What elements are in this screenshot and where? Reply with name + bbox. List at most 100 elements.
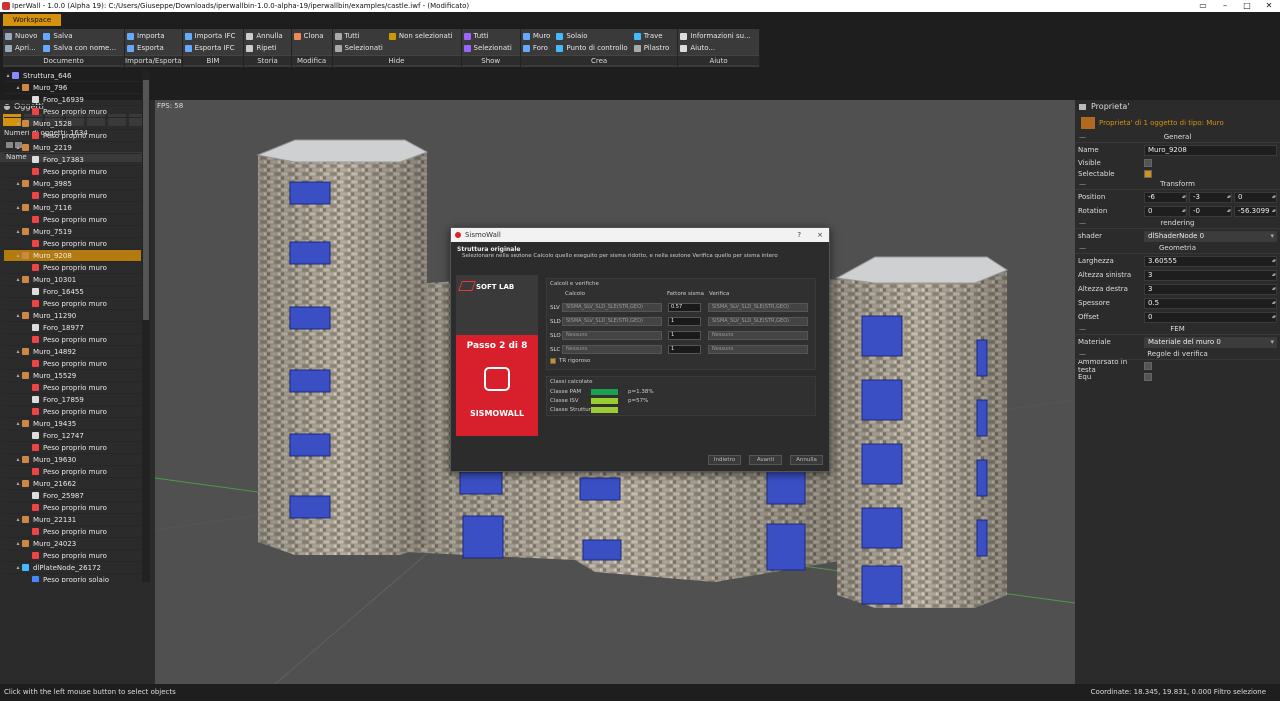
- ripeti-button[interactable]: Ripeti: [246, 42, 282, 54]
- tree-row[interactable]: Peso proprio muro: [4, 166, 141, 178]
- tree-row[interactable]: ▴ Muro_796: [4, 82, 141, 94]
- expand-arrow-icon[interactable]: ▴: [14, 514, 22, 526]
- tree-row[interactable]: Peso proprio muro: [4, 106, 141, 118]
- tree-row[interactable]: Peso proprio muro: [4, 262, 141, 274]
- tree-row[interactable]: ▴ Muro_3985: [4, 178, 141, 190]
- section-general[interactable]: General: [1075, 132, 1280, 143]
- position-y-field[interactable]: -3: [1189, 191, 1232, 203]
- tree-row[interactable]: ▴ Muro_2219: [4, 142, 141, 154]
- tr-rigoroso-checkbox[interactable]: [550, 358, 556, 364]
- fattore-sisma-field[interactable]: 0.57: [668, 303, 701, 312]
- rotation-x-field[interactable]: 0: [1144, 205, 1187, 217]
- position-z-field[interactable]: 0: [1234, 191, 1277, 203]
- tree-row[interactable]: ▴ Muro_10301: [4, 274, 141, 286]
- spessore-field[interactable]: 0.5: [1144, 297, 1277, 309]
- indietro-button[interactable]: Indietro: [708, 455, 741, 465]
- verifica-select[interactable]: Nessuno: [708, 345, 808, 354]
- tree-row[interactable]: Peso proprio muro: [4, 334, 141, 346]
- expand-arrow-icon[interactable]: ▴: [14, 82, 22, 94]
- position-x-field[interactable]: -6: [1144, 191, 1187, 203]
- verifica-select[interactable]: SISMA_SLV_SLD_SLE(STR,GEO): [708, 317, 808, 326]
- calcolo-select[interactable]: SISMA_SLV_SLD_SLE(STR,GEO): [562, 317, 662, 326]
- expand-arrow-icon[interactable]: ▴: [14, 274, 22, 286]
- expand-arrow-icon[interactable]: ▴: [14, 478, 22, 490]
- expand-arrow-icon[interactable]: ▴: [14, 538, 22, 550]
- object-tree[interactable]: ▴ Struttura_646 ▴ Muro_796 Foro_16939 Peso pr…: [4, 70, 141, 582]
- pilastro-button[interactable]: Pilastro: [633, 42, 669, 54]
- restore-layout-icon[interactable]: ▭: [1192, 0, 1214, 12]
- tree-row[interactable]: Foro_17383: [4, 154, 141, 166]
- tree-row[interactable]: Foro_16455: [4, 286, 141, 298]
- offset-field[interactable]: 0: [1144, 311, 1277, 323]
- selezionati-button[interactable]: Selezionati: [463, 42, 512, 54]
- expand-arrow-icon[interactable]: ▴: [14, 346, 22, 358]
- tree-row[interactable]: ▴ Muro_19630: [4, 454, 141, 466]
- dialog-help-button[interactable]: ?: [797, 228, 801, 242]
- expand-arrow-icon[interactable]: ▴: [14, 118, 22, 130]
- expand-arrow-icon[interactable]: ▴: [14, 454, 22, 466]
- maximize-button[interactable]: □: [1236, 0, 1258, 12]
- section-rendering[interactable]: rendering: [1075, 218, 1280, 229]
- tree-row[interactable]: ▴ Muro_14892: [4, 346, 141, 358]
- fattore-sisma-field[interactable]: 1: [668, 345, 701, 354]
- importa-ifc-button[interactable]: Importa IFC: [184, 30, 235, 42]
- tree-row[interactable]: Peso proprio muro: [4, 238, 141, 250]
- expand-arrow-icon[interactable]: ▴: [14, 562, 22, 574]
- tree-row[interactable]: Peso proprio muro: [4, 214, 141, 226]
- expand-arrow-icon[interactable]: ▴: [14, 142, 22, 154]
- tree-row[interactable]: ▴ Muro_9208: [4, 250, 141, 262]
- esporta-button[interactable]: Esporta: [127, 42, 165, 54]
- muro-button[interactable]: Muro: [522, 30, 550, 42]
- tree-row[interactable]: ▴ Muro_11290: [4, 310, 141, 322]
- tree-row[interactable]: ▴ Muro_15529: [4, 370, 141, 382]
- tree-row[interactable]: Peso proprio muro: [4, 382, 141, 394]
- rotation-z-field[interactable]: -56.3099: [1234, 205, 1277, 217]
- tree-row[interactable]: Peso proprio muro: [4, 550, 141, 562]
- expand-arrow-icon[interactable]: ▴: [14, 202, 22, 214]
- tree-row[interactable]: Peso proprio muro: [4, 406, 141, 418]
- tree-row[interactable]: ▴ Muro_21662: [4, 478, 141, 490]
- rotation-y-field[interactable]: -0: [1189, 205, 1232, 217]
- expand-arrow-icon[interactable]: ▴: [14, 250, 22, 262]
- informazioni-su-button[interactable]: Informazioni su...: [680, 30, 751, 42]
- altezza-sinistra-field[interactable]: 3: [1144, 269, 1277, 281]
- tree-row[interactable]: Foro_25987: [4, 490, 141, 502]
- materiale-select[interactable]: Materiale del muro 0: [1144, 336, 1277, 348]
- shader-select[interactable]: dlShaderNode 0: [1144, 230, 1277, 242]
- tutti-button[interactable]: Tutti: [334, 30, 383, 42]
- non-selezionati-button[interactable]: Non selezionati: [388, 30, 453, 42]
- salva-button[interactable]: Salva: [43, 30, 116, 42]
- tree-row[interactable]: ▴ Muro_24023: [4, 538, 141, 550]
- altezza-destra-field[interactable]: 3: [1144, 283, 1277, 295]
- section-geometria[interactable]: Geometria: [1075, 243, 1280, 254]
- name-field[interactable]: Muro_9208: [1144, 144, 1277, 156]
- tree-row[interactable]: Peso proprio muro: [4, 526, 141, 538]
- tree-row[interactable]: ▴ Muro_19435: [4, 418, 141, 430]
- tree-row[interactable]: Foro_12747: [4, 430, 141, 442]
- annulla-button[interactable]: Annulla: [246, 30, 283, 42]
- selezionati-button[interactable]: Selezionati: [334, 42, 383, 54]
- aiuto-button[interactable]: Aiuto...: [680, 42, 750, 54]
- tree-row[interactable]: Foro_17859: [4, 394, 141, 406]
- tree-row[interactable]: ▴ Struttura_646: [4, 70, 141, 82]
- visible-checkbox[interactable]: [1144, 158, 1152, 167]
- tree-row[interactable]: Peso proprio muro: [4, 358, 141, 370]
- solaio-button[interactable]: Solaio: [556, 30, 627, 42]
- tree-row[interactable]: ▴ Muro_22131: [4, 514, 141, 526]
- section-fem[interactable]: FEM: [1075, 324, 1280, 335]
- ammorsato-checkbox[interactable]: [1144, 361, 1152, 370]
- tree-scrollbar[interactable]: [142, 70, 150, 582]
- tree-row[interactable]: Peso proprio muro: [4, 130, 141, 142]
- apri-button[interactable]: Apri...: [5, 42, 37, 54]
- tree-row[interactable]: ▴ Muro_1528: [4, 118, 141, 130]
- tree-row[interactable]: Peso proprio muro: [4, 442, 141, 454]
- dialog-close-button[interactable]: ×: [817, 228, 823, 242]
- tree-row[interactable]: Peso proprio muro: [4, 190, 141, 202]
- tree-row[interactable]: ▴ dlPlateNode_26172: [4, 562, 141, 574]
- equ-checkbox[interactable]: [1144, 372, 1152, 381]
- expand-arrow-icon[interactable]: ▴: [14, 418, 22, 430]
- workspace-tab[interactable]: Workspace: [3, 14, 61, 26]
- avanti-button[interactable]: Avanti: [749, 455, 782, 465]
- tree-row[interactable]: Foro_18977: [4, 322, 141, 334]
- larghezza-field[interactable]: 3.60555: [1144, 255, 1277, 267]
